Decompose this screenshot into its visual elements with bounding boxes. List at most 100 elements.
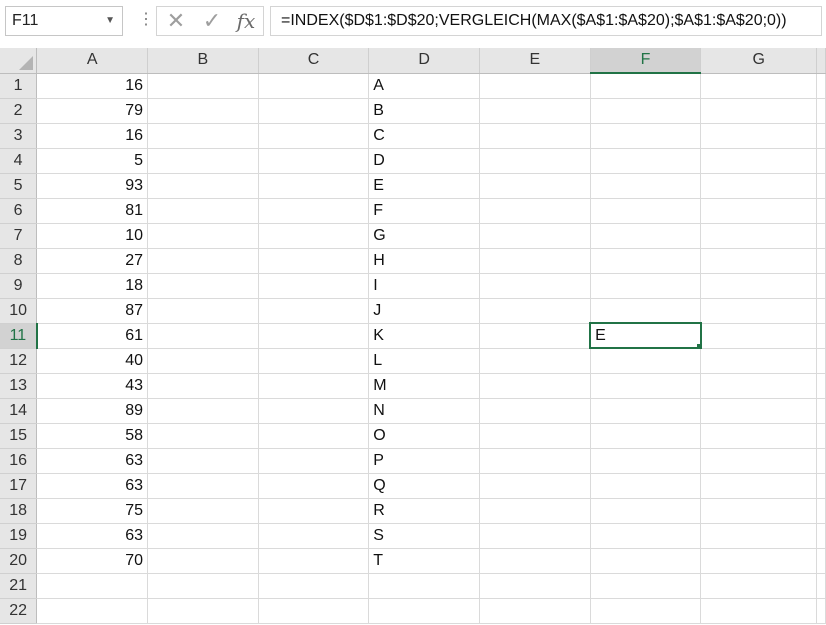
row-header[interactable]: 2	[0, 98, 38, 124]
cell-partial[interactable]	[816, 148, 826, 174]
cell-e15[interactable]	[479, 423, 591, 449]
cell-a16[interactable]: 63	[36, 448, 149, 474]
column-header-g[interactable]: G	[700, 48, 817, 74]
row-header[interactable]: 21	[0, 573, 38, 599]
cell-g6[interactable]	[700, 198, 817, 224]
column-header-partial[interactable]	[816, 48, 826, 74]
cell-b4[interactable]	[147, 148, 259, 174]
cell-g8[interactable]	[700, 248, 817, 274]
cell-a9[interactable]: 18	[36, 273, 149, 299]
cell-b22[interactable]	[147, 598, 259, 624]
cell-f19[interactable]	[590, 523, 702, 549]
cell-d22[interactable]	[368, 598, 481, 624]
cell-e3[interactable]	[479, 123, 591, 149]
cell-f8[interactable]	[590, 248, 702, 274]
cell-c7[interactable]	[258, 223, 370, 249]
cell-g21[interactable]	[700, 573, 817, 599]
row-header[interactable]: 20	[0, 548, 38, 574]
row-header[interactable]: 9	[0, 273, 38, 299]
cell-d12[interactable]: L	[368, 348, 481, 374]
cell-g16[interactable]	[700, 448, 817, 474]
cell-c14[interactable]	[258, 398, 370, 424]
cell-a6[interactable]: 81	[36, 198, 149, 224]
cell-c3[interactable]	[258, 123, 370, 149]
cell-f18[interactable]	[590, 498, 702, 524]
cell-a17[interactable]: 63	[36, 473, 149, 499]
cell-g3[interactable]	[700, 123, 817, 149]
cell-a14[interactable]: 89	[36, 398, 149, 424]
more-options-icon[interactable]: ⋮	[138, 10, 154, 30]
cell-c19[interactable]	[258, 523, 370, 549]
cell-d4[interactable]: D	[368, 148, 481, 174]
cell-partial[interactable]	[816, 73, 826, 99]
cell-c18[interactable]	[258, 498, 370, 524]
cell-e12[interactable]	[479, 348, 591, 374]
cell-e11[interactable]	[479, 323, 591, 349]
cell-partial[interactable]	[816, 473, 826, 499]
row-header[interactable]: 22	[0, 598, 38, 624]
cell-c12[interactable]	[258, 348, 370, 374]
cell-a20[interactable]: 70	[36, 548, 149, 574]
cell-c8[interactable]	[258, 248, 370, 274]
cell-f9[interactable]	[590, 273, 702, 299]
cell-d20[interactable]: T	[368, 548, 481, 574]
cell-e2[interactable]	[479, 98, 591, 124]
cell-d5[interactable]: E	[368, 173, 481, 199]
cell-g2[interactable]	[700, 98, 817, 124]
cell-d16[interactable]: P	[368, 448, 481, 474]
row-header[interactable]: 3	[0, 123, 38, 149]
cell-d7[interactable]: G	[368, 223, 481, 249]
cell-f12[interactable]	[590, 348, 702, 374]
cell-e8[interactable]	[479, 248, 591, 274]
cell-a4[interactable]: 5	[36, 148, 149, 174]
cell-e18[interactable]	[479, 498, 591, 524]
cell-a5[interactable]: 93	[36, 173, 149, 199]
cell-d11[interactable]: K	[368, 323, 481, 349]
cell-b9[interactable]	[147, 273, 259, 299]
cell-c21[interactable]	[258, 573, 370, 599]
cell-b21[interactable]	[147, 573, 259, 599]
cell-g18[interactable]	[700, 498, 817, 524]
row-header[interactable]: 1	[0, 73, 38, 99]
cell-f10[interactable]	[590, 298, 702, 324]
row-header[interactable]: 14	[0, 398, 38, 424]
cell-g19[interactable]	[700, 523, 817, 549]
cell-g22[interactable]	[700, 598, 817, 624]
cell-a13[interactable]: 43	[36, 373, 149, 399]
cell-g17[interactable]	[700, 473, 817, 499]
cell-partial[interactable]	[816, 323, 826, 349]
row-header[interactable]: 6	[0, 198, 38, 224]
cell-g5[interactable]	[700, 173, 817, 199]
enter-icon[interactable]: ✓	[195, 7, 229, 35]
cell-partial[interactable]	[816, 123, 826, 149]
cell-e5[interactable]	[479, 173, 591, 199]
cell-e21[interactable]	[479, 573, 591, 599]
cell-g10[interactable]	[700, 298, 817, 324]
cell-e9[interactable]	[479, 273, 591, 299]
cell-f1[interactable]	[590, 73, 702, 99]
cell-d10[interactable]: J	[368, 298, 481, 324]
cell-f20[interactable]	[590, 548, 702, 574]
cell-g12[interactable]	[700, 348, 817, 374]
cell-f5[interactable]	[590, 173, 702, 199]
cell-d2[interactable]: B	[368, 98, 481, 124]
column-header-b[interactable]: B	[147, 48, 259, 74]
cell-d15[interactable]: O	[368, 423, 481, 449]
cell-c4[interactable]	[258, 148, 370, 174]
cell-c5[interactable]	[258, 173, 370, 199]
cell-g7[interactable]	[700, 223, 817, 249]
formula-input[interactable]: =INDEX($D$1:$D$20;VERGLEICH(MAX($A$1:$A$…	[270, 6, 822, 36]
cell-c13[interactable]	[258, 373, 370, 399]
insert-function-icon[interactable]: fx	[229, 7, 263, 35]
cell-a22[interactable]	[36, 598, 149, 624]
cell-partial[interactable]	[816, 248, 826, 274]
cell-a8[interactable]: 27	[36, 248, 149, 274]
cell-f22[interactable]	[590, 598, 702, 624]
cell-a3[interactable]: 16	[36, 123, 149, 149]
cell-partial[interactable]	[816, 573, 826, 599]
cell-c9[interactable]	[258, 273, 370, 299]
cell-a19[interactable]: 63	[36, 523, 149, 549]
cell-d1[interactable]: A	[368, 73, 481, 99]
cell-partial[interactable]	[816, 423, 826, 449]
cell-e16[interactable]	[479, 448, 591, 474]
